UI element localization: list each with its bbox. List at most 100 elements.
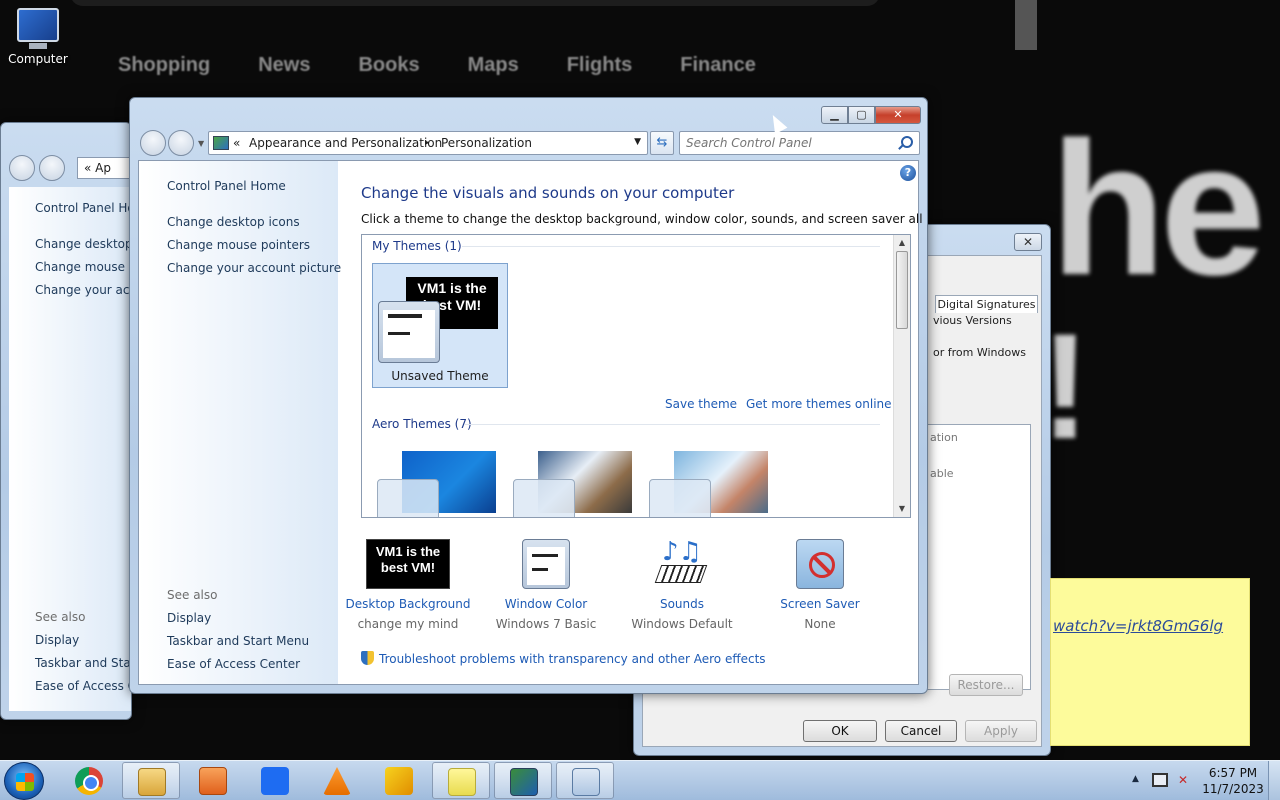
left-window-link-taskbar[interactable]: Taskbar and Start (35, 656, 131, 670)
taskbar-chrome[interactable] (60, 762, 118, 799)
computer-icon (17, 8, 59, 49)
ok-button[interactable]: OK (803, 720, 877, 742)
scroll-up-arrow-icon[interactable]: ▲ (894, 235, 910, 251)
aero-themes-header: Aero Themes (7) (372, 417, 472, 431)
theme-characters[interactable] (646, 451, 772, 517)
maximize-button[interactable]: ▢ (848, 106, 875, 124)
volume-muted-icon[interactable]: ✕ (1178, 773, 1194, 787)
theme-windows-7[interactable] (374, 451, 500, 517)
taskbar-start-menu-link[interactable]: Taskbar and Start Menu (167, 634, 309, 648)
theme-unsaved[interactable]: VM1 is the best VM! Unsaved Theme (372, 263, 508, 388)
theme-glass-preview (377, 479, 439, 517)
properties-close-button[interactable]: ✕ (1014, 233, 1042, 251)
themes-scrollbar[interactable]: ▲ ▼ (893, 235, 910, 517)
desktop-background-setting[interactable]: VM1 is the best VM! Desktop Background c… (338, 539, 478, 631)
search-box[interactable] (679, 131, 920, 155)
breadcrumb-appearance[interactable]: Appearance and Personalization (249, 136, 442, 150)
taskbar-display-settings[interactable] (494, 762, 552, 799)
breadcrumb-separator[interactable]: ▸ (425, 138, 430, 148)
change-mouse-pointers-link[interactable]: Change mouse pointers (167, 238, 310, 252)
refresh-button[interactable]: ⇆ (650, 131, 674, 155)
taskbar-dropbox[interactable] (246, 762, 304, 799)
left-window-address-bar[interactable]: « Ap (77, 157, 131, 179)
desktop-computer-shortcut[interactable]: Computer (6, 8, 70, 66)
close-button[interactable]: ✕ (875, 106, 921, 124)
screen-saver-icon (796, 539, 844, 589)
forward-button[interactable] (39, 155, 65, 181)
properties-frame-text-1: ation (930, 431, 958, 444)
left-window-link-display[interactable]: Display (35, 633, 79, 647)
ease-of-access-link[interactable]: Ease of Access Center (167, 657, 300, 671)
breadcrumb-personalization[interactable]: Personalization (441, 136, 532, 150)
change-account-picture-link[interactable]: Change your account picture (167, 261, 341, 275)
minimize-button[interactable]: ▁ (821, 106, 848, 124)
search-icon[interactable] (901, 136, 913, 148)
get-more-themes-link[interactable]: Get more themes online (746, 397, 892, 411)
desktop-background-icon: VM1 is the best VM! (366, 539, 450, 589)
desktop-background-value: change my mind (357, 617, 459, 631)
cancel-button[interactable]: Cancel (885, 720, 957, 742)
window-color-setting[interactable]: Window Color Windows 7 Basic (476, 539, 616, 631)
sounds-setting[interactable]: ♪♫ Sounds Windows Default (612, 539, 752, 631)
restore-button[interactable]: Restore... (949, 674, 1023, 696)
sounds-title[interactable]: Sounds (612, 597, 752, 611)
background-personalization-window[interactable]: « Ap Control Panel Ho Change desktop i C… (0, 122, 132, 720)
forward-button[interactable] (168, 130, 194, 156)
back-button[interactable] (140, 130, 166, 156)
pen-icon (385, 767, 413, 795)
left-window-link-mouse[interactable]: Change mouse p (35, 260, 131, 274)
window-color-icon (522, 539, 570, 589)
scroll-down-arrow-icon[interactable]: ▼ (894, 501, 910, 517)
left-window-link-ease[interactable]: Ease of Access Ce (35, 679, 131, 693)
control-panel-home-link[interactable]: Control Panel Home (167, 179, 286, 193)
system-tray: ▲ ✕ 6:57 PM 11/7/2023 (1110, 761, 1280, 800)
screen-saver-title[interactable]: Screen Saver (750, 597, 890, 611)
taskbar-sticky-notes[interactable] (432, 762, 490, 799)
taskbar-media-player[interactable] (184, 762, 242, 799)
theme-architecture[interactable] (510, 451, 636, 517)
screen-saver-setting[interactable]: Screen Saver None (750, 539, 890, 631)
show-desktop-button[interactable] (1268, 761, 1280, 800)
save-theme-link[interactable]: Save theme (665, 397, 737, 411)
display-link[interactable]: Display (167, 611, 211, 625)
show-hidden-icons-icon[interactable]: ▲ (1132, 774, 1139, 784)
breadcrumb-overflow[interactable]: « (233, 136, 240, 150)
sounds-icon: ♪♫ (654, 539, 710, 589)
themes-list[interactable]: My Themes (1) VM1 is the best VM! Unsave… (361, 234, 911, 518)
recent-pages-dropdown-icon[interactable]: ▼ (198, 139, 204, 148)
preview-bar (532, 554, 558, 557)
group-divider (462, 246, 880, 247)
taskbar-vlc[interactable] (308, 762, 366, 799)
start-button[interactable] (4, 762, 44, 800)
tab-digital-signatures[interactable]: Digital Signatures (935, 295, 1038, 313)
sticky-note-link[interactable]: watch?v=jrkt8GmG6lg (1053, 617, 1223, 635)
background-nav-shopping: Shopping (118, 54, 211, 76)
back-button[interactable] (9, 155, 35, 181)
clock-time: 6:57 PM (1208, 766, 1258, 780)
left-window-link-desktop-icons[interactable]: Change desktop i (35, 237, 131, 251)
background-nav-news: News (258, 54, 311, 76)
left-window-link-home[interactable]: Control Panel Ho (35, 201, 131, 215)
change-desktop-icons-link[interactable]: Change desktop icons (167, 215, 300, 229)
clock[interactable]: 6:57 PM 11/7/2023 (1202, 765, 1264, 797)
scroll-thumb[interactable] (896, 251, 908, 329)
address-bar[interactable]: « Appearance and Personalization ▸ Perso… (208, 131, 648, 155)
help-icon[interactable]: ? (900, 165, 916, 181)
window-client-area: Control Panel Home Change desktop icons … (138, 160, 927, 685)
background-headline: he (1050, 103, 1266, 315)
troubleshoot-aero-link[interactable]: Troubleshoot problems with transparency … (361, 651, 766, 666)
sticky-note[interactable]: watch?v=jrkt8GmG6lg (1050, 578, 1250, 746)
window-color-title[interactable]: Window Color (476, 597, 616, 611)
taskbar-pen-app[interactable] (370, 762, 428, 799)
desktop-background-title[interactable]: Desktop Background (338, 597, 478, 611)
troubleshoot-label[interactable]: Troubleshoot problems with transparency … (379, 652, 766, 666)
apply-button[interactable]: Apply (965, 720, 1037, 742)
search-input[interactable] (686, 136, 886, 150)
network-icon[interactable] (1152, 773, 1168, 787)
left-window-link-account[interactable]: Change your acc (35, 283, 131, 297)
taskbar-control-panel[interactable] (556, 762, 614, 799)
taskbar-windows-explorer[interactable] (122, 762, 180, 799)
personalization-window[interactable]: ▁ ▢ ✕ ▼ « Appearance and Personalization… (129, 97, 928, 694)
window-caption-buttons: ▁ ▢ ✕ (821, 106, 921, 124)
address-dropdown-icon[interactable]: ▼ (634, 137, 641, 147)
